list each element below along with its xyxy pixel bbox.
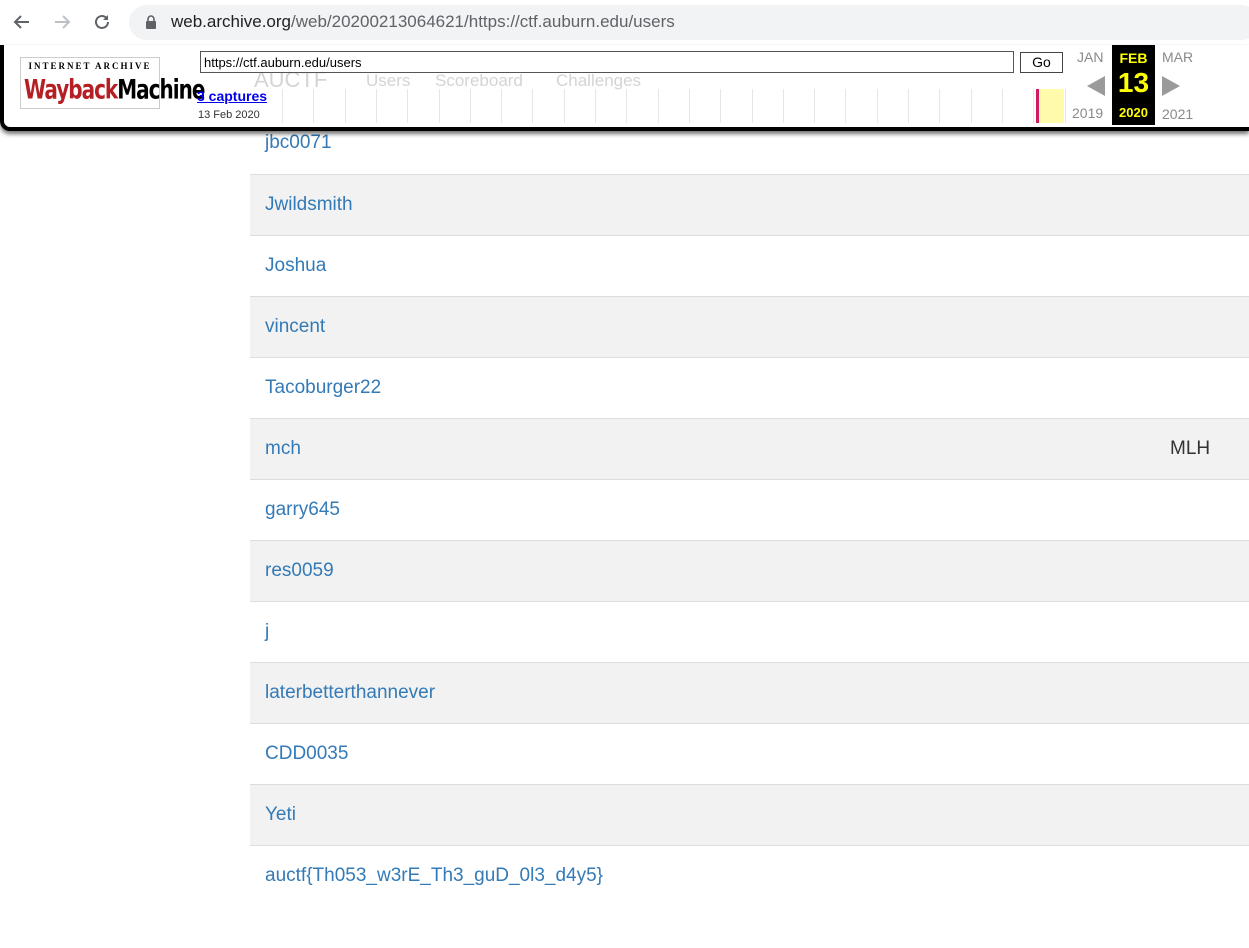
arrow-right-icon [55,15,71,29]
captures-link[interactable]: 3 captures [197,88,267,104]
wayback-logo[interactable]: INTERNET ARCHIVE WaybackMachine [20,57,205,109]
sparkline-column [814,89,815,123]
lock-icon [146,15,156,29]
table-row: Joshua [250,235,1249,296]
sparkline-column [939,89,940,123]
user-name-link[interactable]: mch [265,438,301,460]
table-row: Yeti [250,784,1249,845]
url-path: /web/20200213064621/https://ctf.auburn.e… [291,12,675,31]
sparkline-column [564,89,565,123]
user-name-link[interactable]: res0059 [265,560,334,582]
sparkline-column [407,89,408,123]
table-row: mch MLH [250,418,1249,479]
ghost-nav-challenges: Challenges [556,71,642,90]
prev-month-link[interactable]: JAN [1077,49,1103,65]
url-host: web.archive.org [171,12,292,31]
sparkline-column [345,89,346,123]
user-name-link[interactable]: auctf{Th053_w3rE_Th3_guD_0l3_d4y5} [265,865,603,887]
address-url: web.archive.org/web/20200213064621/https… [171,12,675,32]
sparkline-column [470,89,471,123]
logo-machine: Machine [117,73,205,106]
capture-sparkline[interactable] [280,89,1066,123]
table-row: Jwildsmith [250,174,1249,235]
sparkline-column [501,89,502,123]
capture-date: 13 Feb 2020 [198,109,260,121]
sparkline-column [282,89,283,123]
user-name-link[interactable]: Tacoburger22 [265,377,381,399]
sparkline-column [626,89,627,123]
user-name-link[interactable]: Joshua [265,255,326,277]
sparkline-column [908,89,909,123]
ghost-nav-scoreboard: Scoreboard [435,71,523,90]
current-capture-date: FEB 13 2020 [1112,45,1155,125]
sparkline-column [595,89,596,123]
user-name-link[interactable]: laterbetterthannever [265,682,435,704]
user-name-link[interactable]: CDD0035 [265,743,348,765]
next-month-link[interactable]: MAR [1162,49,1193,65]
current-day: 13 [1117,67,1150,98]
reload-button[interactable] [91,11,113,33]
user-name-link[interactable]: j [265,621,269,643]
sparkline-column [1065,89,1066,123]
sparkline-column [971,89,972,123]
user-name-link[interactable]: Jwildsmith [265,194,353,216]
user-name-link[interactable]: vincent [265,316,325,338]
current-month: FEB [1119,50,1148,66]
sparkline-column [689,89,690,123]
logo-wayback: Wayback [24,73,118,106]
reload-icon [95,14,109,29]
user-name-link[interactable]: Yeti [265,804,296,826]
table-row: auctf{Th053_w3rE_Th3_guD_0l3_d4y5} [250,845,1249,906]
sparkline-column [313,89,314,123]
back-button[interactable] [11,11,33,33]
prev-capture-icon[interactable] [1087,76,1105,96]
sparkline-column [1002,89,1003,123]
current-month-highlight [1037,89,1064,123]
table-row: laterbetterthannever [250,662,1249,723]
browser-toolbar: web.archive.org/web/20200213064621/https… [0,0,1249,46]
sparkline-column [376,89,377,123]
sparkline-column [877,89,878,123]
table-row: Tacoburger22 [250,357,1249,418]
table-row: CDD0035 [250,723,1249,784]
logo-internet-archive: INTERNET ARCHIVE [28,61,152,71]
prev-year-link[interactable]: 2019 [1072,105,1103,121]
ghost-nav-users: Users [366,71,411,90]
sparkline-column [532,89,533,123]
sparkline-column [783,89,784,123]
users-table: jbc0071 Jwildsmith Joshua vincent Tacoburger… [250,114,1249,906]
address-bar[interactable]: web.archive.org/web/20200213064621/https… [129,5,1249,40]
current-year: 2020 [1119,105,1148,120]
table-row: garry645 [250,479,1249,540]
user-name-link[interactable]: jbc0071 [265,132,332,154]
table-row: j [250,601,1249,662]
sparkline-column [845,89,846,123]
next-year-link[interactable]: 2021 [1162,106,1193,122]
table-row: res0059 [250,540,1249,601]
logo-wayback-machine: WaybackMachine [24,73,205,106]
table-row: vincent [250,296,1249,357]
user-affiliation: MLH [1170,438,1211,459]
sparkline-column [439,89,440,123]
sparkline-column [1033,89,1034,123]
capture-marker[interactable] [1036,89,1039,123]
forward-button[interactable] [51,11,73,33]
arrow-left-icon [13,15,29,29]
wayback-toolbar: INTERNET ARCHIVE WaybackMachine AUCTF Us… [0,45,1249,131]
next-capture-icon[interactable] [1162,76,1180,96]
sparkline-column [752,89,753,123]
wayback-url-input[interactable] [200,51,1014,73]
sparkline-column [658,89,659,123]
sparkline-column [720,89,721,123]
user-name-link[interactable]: garry645 [265,499,340,521]
go-button[interactable]: Go [1020,52,1063,73]
